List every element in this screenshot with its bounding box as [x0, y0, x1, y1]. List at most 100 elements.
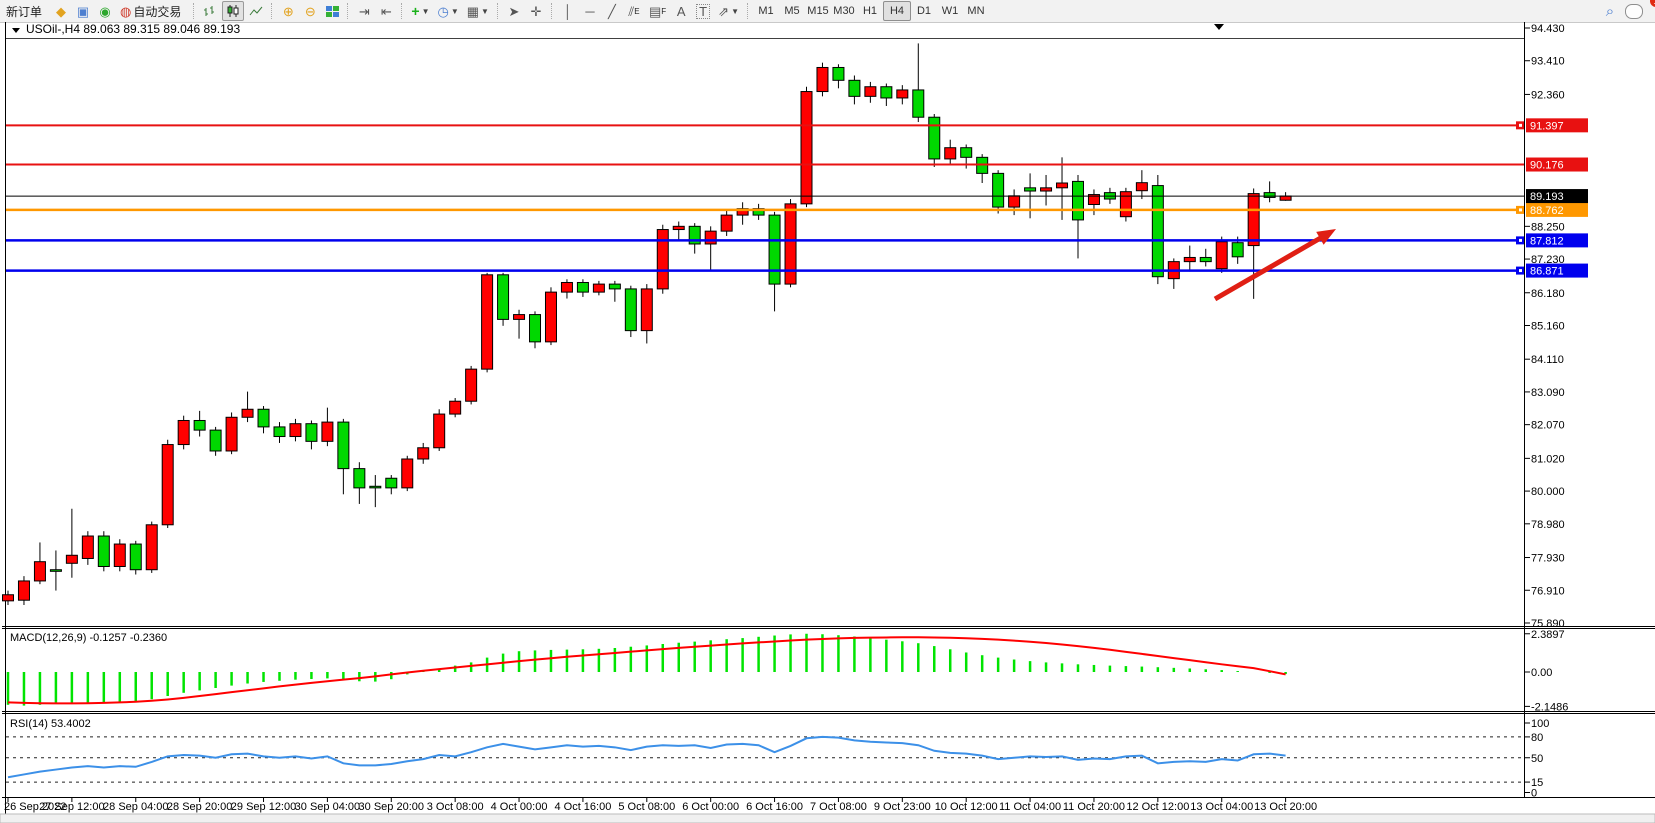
trendline-icon: ╱	[608, 5, 616, 18]
zoom-out-button[interactable]: ⊖	[300, 1, 320, 21]
svg-text:RSI(14) 53.4002: RSI(14) 53.4002	[10, 718, 91, 730]
zoom-in-button[interactable]: ⊕	[278, 1, 298, 21]
svg-text:6 Oct 16:00: 6 Oct 16:00	[746, 801, 803, 813]
equidistant-channel-tool[interactable]: ⫽E	[624, 1, 644, 21]
tab-timeframe-d1[interactable]: D1	[911, 2, 937, 20]
vertical-line-tool[interactable]: │	[558, 1, 578, 21]
text-label-tool[interactable]: T	[693, 1, 713, 21]
svg-text:13 Oct 04:00: 13 Oct 04:00	[1190, 801, 1253, 813]
svg-text:100: 100	[1531, 718, 1549, 730]
funds-icon[interactable]: ◆	[51, 1, 71, 21]
svg-text:94.430: 94.430	[1531, 23, 1565, 35]
indicators-icon: ▦	[467, 5, 479, 18]
chevron-down-icon: ▼	[731, 7, 739, 16]
cursor-tool[interactable]: ➤	[504, 1, 524, 21]
chart-frame	[0, 22, 1655, 823]
svg-text:84.110: 84.110	[1531, 354, 1564, 366]
svg-text:2.3897: 2.3897	[1531, 629, 1565, 641]
svg-text:83.090: 83.090	[1531, 387, 1565, 399]
current-price-line: 89.193	[6, 189, 1588, 203]
tab-timeframe-m30[interactable]: M30	[831, 2, 857, 20]
signals-icon[interactable]: ◉	[95, 1, 115, 21]
chevron-down-icon: ▼	[451, 7, 459, 16]
accounts-icon: ▣	[77, 5, 89, 18]
tab-timeframe-m5[interactable]: M5	[779, 2, 805, 20]
svg-text:89.193: 89.193	[1530, 191, 1564, 203]
auto-trading-icon: ◍	[120, 5, 131, 18]
toolbar-separator	[747, 3, 749, 19]
svg-text:USOil-,H4 89.063 89.315 89.04: USOil-,H4 89.063 89.315 89.046 89.193	[26, 22, 240, 36]
new-order-button[interactable]: 新订单	[1, 1, 49, 21]
text-label-icon: T	[696, 4, 710, 19]
new-chart-icon: +	[411, 4, 419, 18]
auto-scroll-button[interactable]: ⇥	[354, 1, 374, 21]
arrows-icon: ⇗	[718, 5, 729, 18]
toolbar-right-icons: ⌕ 1	[1599, 1, 1647, 21]
tab-timeframe-h1[interactable]: H1	[857, 2, 883, 20]
toolbar-separator	[193, 3, 195, 19]
tab-timeframe-mn[interactable]: MN	[963, 2, 989, 20]
rsi-panel: RSI(14) 53.40021008050150	[6, 718, 1549, 800]
svg-text:10 Oct 12:00: 10 Oct 12:00	[935, 801, 998, 813]
svg-text:90.176: 90.176	[1530, 160, 1564, 172]
horizontal-level-lines[interactable]: 91.39790.17688.76287.81286.871	[6, 118, 1588, 277]
svg-text:7 Oct 08:00: 7 Oct 08:00	[810, 801, 867, 813]
crosshair-icon: ✛	[531, 5, 542, 18]
text-tool[interactable]: A	[671, 1, 691, 21]
vertical-line-icon: │	[564, 5, 572, 18]
chat-bubble-icon	[1625, 4, 1643, 19]
clock-icon: ◷	[437, 5, 448, 18]
candlestick-chart-button[interactable]	[222, 1, 244, 21]
svg-text:6 Oct 00:00: 6 Oct 00:00	[682, 801, 739, 813]
arrows-dropdown[interactable]: ⇗▼	[715, 1, 742, 21]
accounts-icon[interactable]: ▣	[73, 1, 93, 21]
funds-icon: ◆	[56, 5, 66, 18]
svg-text:4 Oct 00:00: 4 Oct 00:00	[491, 801, 548, 813]
profiles-dropdown[interactable]: ◷▼	[434, 1, 461, 21]
toolbar-separator	[271, 3, 273, 19]
search-button[interactable]: ⌕	[1600, 1, 1620, 21]
svg-text:-2.1486: -2.1486	[1531, 701, 1568, 713]
tab-timeframe-h4[interactable]: H4	[883, 1, 911, 21]
fibonacci-icon: ▤	[649, 5, 661, 18]
svg-text:50: 50	[1531, 753, 1543, 765]
main-toolbar: 新订单 ◆ ▣ ◉ ◍ 自动交易 ⊕ ⊖ ⇥ ⇤ +▼ ◷▼ ▦▼ ➤ ✛ │ …	[0, 0, 1655, 23]
svg-text:0.00: 0.00	[1531, 667, 1552, 679]
line-chart-icon	[249, 5, 263, 18]
time-axis[interactable]: 26 Sep 202227 Sep 12:0028 Sep 04:0028 Se…	[4, 798, 1317, 813]
crosshair-tool[interactable]: ✛	[526, 1, 546, 21]
svg-text:88.250: 88.250	[1531, 221, 1565, 233]
horizontal-line-tool[interactable]: ─	[580, 1, 600, 21]
rsi-line	[8, 737, 1286, 777]
svg-text:77.930: 77.930	[1531, 553, 1565, 565]
new-chart-dropdown[interactable]: +▼	[408, 1, 432, 21]
chart-shift-button[interactable]: ⇤	[376, 1, 396, 21]
svg-text:82.070: 82.070	[1531, 420, 1565, 432]
svg-text:11 Oct 04:00: 11 Oct 04:00	[999, 801, 1061, 813]
indicators-dropdown[interactable]: ▦▼	[464, 1, 492, 21]
bar-chart-button[interactable]	[200, 1, 220, 21]
auto-scroll-icon: ⇥	[359, 5, 370, 18]
svg-text:11 Oct 20:00: 11 Oct 20:00	[1063, 801, 1125, 813]
channel-tool-label: E	[634, 7, 639, 16]
tile-windows-icon	[326, 6, 339, 17]
fibonacci-tool[interactable]: ▤F	[646, 1, 669, 21]
scroll-marker-icon	[1214, 24, 1224, 30]
chart-area[interactable]: 94.43093.41092.36088.25087.23086.18085.1…	[0, 22, 1655, 823]
chevron-down-icon: ▼	[422, 7, 430, 16]
notifications-button[interactable]: 1	[1622, 1, 1646, 21]
trendline-tool[interactable]: ╱	[602, 1, 622, 21]
tab-timeframe-m1[interactable]: M1	[753, 2, 779, 20]
svg-text:93.410: 93.410	[1531, 56, 1565, 68]
tab-timeframe-m15[interactable]: M15	[805, 2, 831, 20]
tab-timeframe-w1[interactable]: W1	[937, 2, 963, 20]
svg-text:86.871: 86.871	[1530, 266, 1564, 278]
mt4-window: { "toolbar": { "new_order_label": "新订单",…	[0, 0, 1655, 823]
search-icon: ⌕	[1606, 4, 1614, 19]
line-chart-button[interactable]	[246, 1, 266, 21]
svg-text:12 Oct 12:00: 12 Oct 12:00	[1126, 801, 1189, 813]
auto-trading-button[interactable]: ◍ 自动交易	[117, 1, 188, 21]
macd-panel: MACD(12,26,9) -0.1257 -0.23602.38970.00-…	[8, 629, 1568, 714]
tile-windows-button[interactable]	[322, 1, 342, 21]
svg-text:5 Oct 08:00: 5 Oct 08:00	[618, 801, 675, 813]
